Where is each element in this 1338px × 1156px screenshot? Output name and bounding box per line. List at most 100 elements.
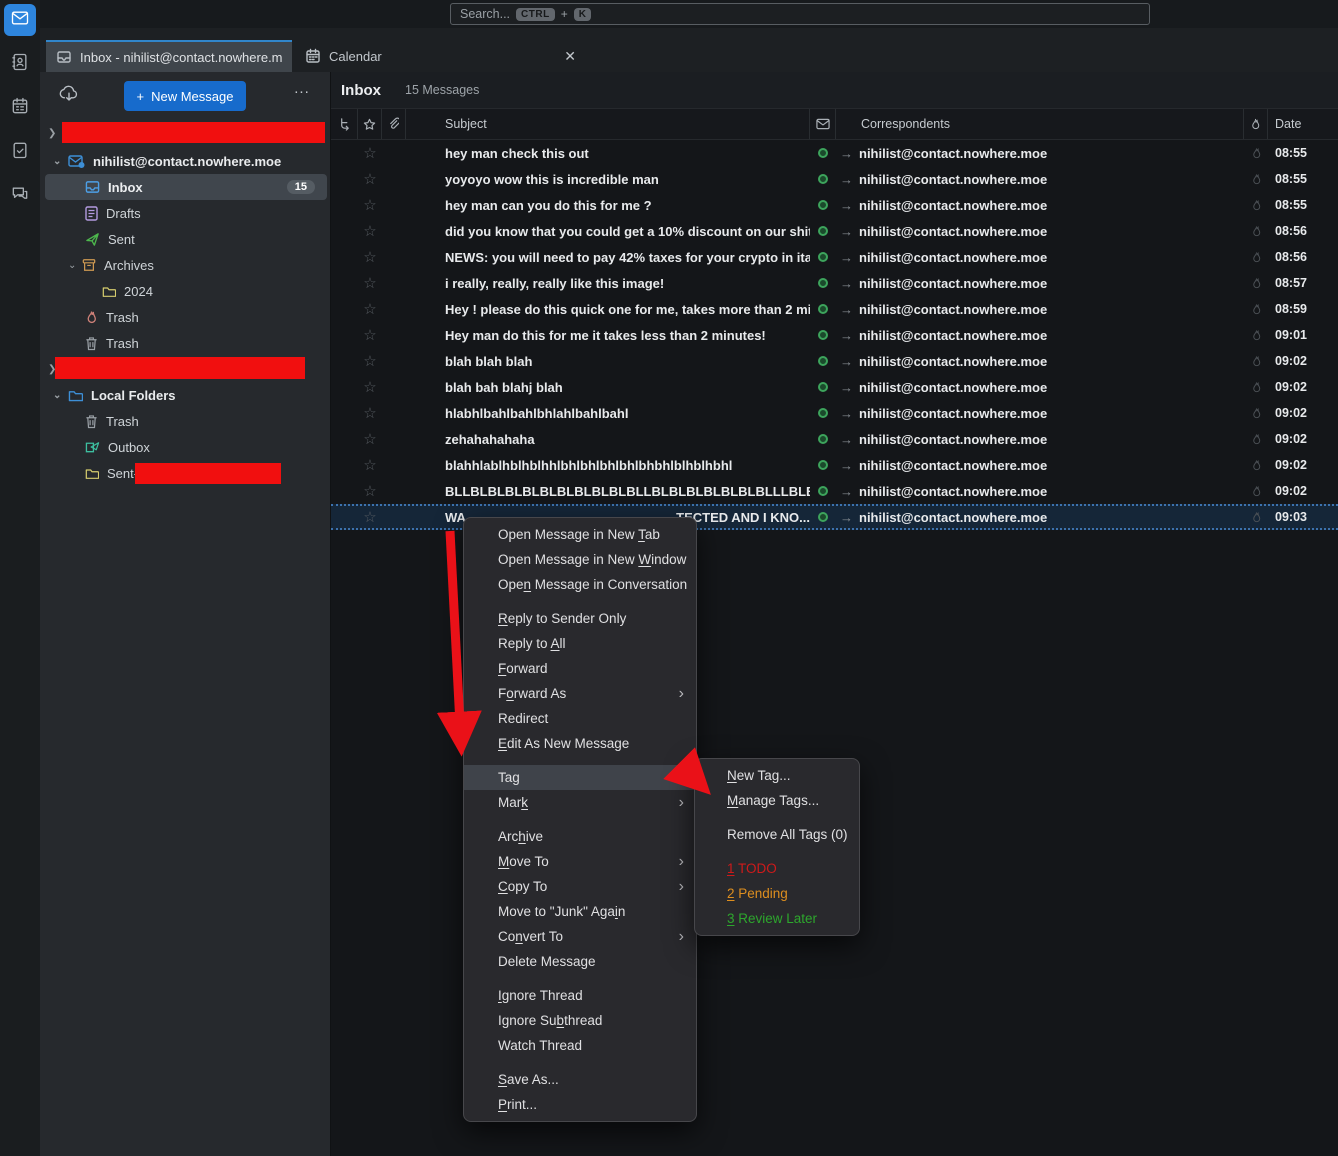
chat-space-button[interactable] (4, 180, 36, 212)
menu-item-1-todo[interactable]: 1 TODO (695, 856, 859, 881)
menu-item-redirect[interactable]: Redirect (464, 706, 696, 731)
read-status-cell[interactable] (810, 348, 836, 374)
message-row[interactable]: ☆blah bah blahj blah→nihilist@contact.no… (331, 374, 1338, 400)
attachment-column-header[interactable] (382, 109, 406, 139)
local-outbox[interactable]: Outbox (40, 434, 329, 460)
star-column-header[interactable] (358, 109, 382, 139)
junk-status-cell[interactable] (1244, 400, 1268, 426)
menu-item-edit-as-new-message[interactable]: Edit As New Message (464, 731, 696, 756)
menu-item-manage-tags[interactable]: Manage Tags... (695, 788, 859, 813)
menu-item-open-message-in-new-window[interactable]: Open Message in New Window (464, 547, 696, 572)
junk-status-cell[interactable] (1244, 452, 1268, 478)
get-messages-icon[interactable] (58, 84, 80, 111)
menu-item-reply-to-sender-only[interactable]: Reply to Sender Only (464, 606, 696, 631)
menu-item-mark[interactable]: Mark› (464, 790, 696, 815)
read-status-cell[interactable] (810, 270, 836, 296)
star-icon[interactable]: ☆ (358, 452, 382, 478)
menu-item-remove-all-tags-0[interactable]: Remove All Tags (0) (695, 822, 859, 847)
message-row[interactable]: ☆Hey ! please do this quick one for me, … (331, 296, 1338, 322)
menu-item-watch-thread[interactable]: Watch Thread (464, 1033, 696, 1058)
menu-item-2-pending[interactable]: 2 Pending (695, 881, 859, 906)
junk-column-header[interactable] (1244, 109, 1268, 139)
message-row[interactable]: ☆yoyoyo wow this is incredible man→nihil… (331, 166, 1338, 192)
menu-item-reply-to-all[interactable]: Reply to All (464, 631, 696, 656)
star-icon[interactable]: ☆ (358, 400, 382, 426)
date-column-header[interactable]: Date (1268, 109, 1338, 139)
junk-status-cell[interactable] (1244, 296, 1268, 322)
calendar-space-button[interactable] (4, 92, 36, 124)
address-book-space-button[interactable] (4, 48, 36, 80)
search-input[interactable]: Search... CTRL + K (450, 3, 1150, 25)
message-row[interactable]: ☆zehahahahaha→nihilist@contact.nowhere.m… (331, 426, 1338, 452)
junk-status-cell[interactable] (1244, 478, 1268, 504)
read-status-cell[interactable] (810, 322, 836, 348)
menu-item-3-review-later[interactable]: 3 Review Later (695, 906, 859, 931)
menu-item-forward-as[interactable]: Forward As› (464, 681, 696, 706)
star-icon[interactable]: ☆ (358, 166, 382, 192)
folder-inbox[interactable]: Inbox 15 (45, 174, 327, 200)
chevron-down-icon[interactable]: ⌄ (53, 156, 63, 167)
read-status-cell[interactable] (810, 140, 836, 166)
read-status-cell[interactable] (810, 166, 836, 192)
read-status-cell[interactable] (810, 478, 836, 504)
star-icon[interactable]: ☆ (358, 218, 382, 244)
junk-status-cell[interactable] (1244, 166, 1268, 192)
junk-status-cell[interactable] (1244, 506, 1268, 528)
read-column-header[interactable] (810, 109, 836, 139)
menu-item-open-message-in-conversation[interactable]: Open Message in Conversation (464, 572, 696, 597)
junk-status-cell[interactable] (1244, 244, 1268, 270)
read-status-cell[interactable] (810, 506, 836, 528)
chevron-down-icon[interactable]: ⌄ (53, 390, 63, 401)
read-status-cell[interactable] (810, 452, 836, 478)
star-icon[interactable]: ☆ (358, 374, 382, 400)
tab-close-icon[interactable]: ✕ (564, 48, 576, 65)
junk-status-cell[interactable] (1244, 192, 1268, 218)
star-icon[interactable]: ☆ (358, 426, 382, 452)
subject-column-header[interactable]: Subject (406, 109, 810, 139)
local-trash[interactable]: Trash (40, 408, 329, 434)
menu-item-open-message-in-new-tab[interactable]: Open Message in New Tab (464, 522, 696, 547)
menu-item-copy-to[interactable]: Copy To› (464, 874, 696, 899)
menu-item-tag[interactable]: Tag› (464, 765, 696, 790)
read-status-cell[interactable] (810, 400, 836, 426)
message-row[interactable]: ☆hlabhlbahlbahlbhlahlbahlbahl→nihilist@c… (331, 400, 1338, 426)
thread-column-header[interactable] (331, 109, 358, 139)
folder-2024[interactable]: 2024 (40, 278, 329, 304)
junk-status-cell[interactable] (1244, 426, 1268, 452)
message-row[interactable]: ☆blah blah blah→nihilist@contact.nowhere… (331, 348, 1338, 374)
star-icon[interactable]: ☆ (358, 244, 382, 270)
junk-status-cell[interactable] (1244, 374, 1268, 400)
message-row[interactable]: ☆hey man check this out→nihilist@contact… (331, 140, 1338, 166)
message-row[interactable]: ☆hey man can you do this for me ?→nihili… (331, 192, 1338, 218)
menu-item-print[interactable]: Print... (464, 1092, 696, 1117)
star-icon[interactable]: ☆ (358, 296, 382, 322)
star-icon[interactable]: ☆ (358, 478, 382, 504)
read-status-cell[interactable] (810, 426, 836, 452)
folder-archives[interactable]: ⌄ Archives (40, 252, 329, 278)
correspondents-column-header[interactable]: Correspondents (836, 109, 1244, 139)
new-message-button[interactable]: + New Message (124, 81, 246, 111)
local-folders-row[interactable]: ⌄ Local Folders (40, 382, 329, 408)
read-status-cell[interactable] (810, 218, 836, 244)
folder-drafts[interactable]: Drafts (40, 200, 329, 226)
read-status-cell[interactable] (810, 296, 836, 322)
folder-sent[interactable]: Sent (40, 226, 329, 252)
junk-status-cell[interactable] (1244, 348, 1268, 374)
star-icon[interactable]: ☆ (358, 192, 382, 218)
star-icon[interactable]: ☆ (358, 140, 382, 166)
menu-item-new-tag[interactable]: New Tag... (695, 763, 859, 788)
read-status-cell[interactable] (810, 374, 836, 400)
folder-junk[interactable]: Trash (40, 304, 329, 330)
message-row[interactable]: ☆blahhlablhblhblhhlbhlbhlbhlbhlbhbhlblhb… (331, 452, 1338, 478)
message-row[interactable]: ☆i really, really, really like this imag… (331, 270, 1338, 296)
tab-calendar[interactable]: Calendar ✕ (294, 40, 590, 72)
tab-inbox[interactable]: Inbox - nihilist@contact.nowhere.moe (46, 40, 292, 72)
message-row[interactable]: ☆BLLBLBLBLBLBLBLBLBLBLBLLBLBLBLBLBLBLBLL… (331, 478, 1338, 504)
menu-item-archive[interactable]: Archive (464, 824, 696, 849)
junk-status-cell[interactable] (1244, 270, 1268, 296)
star-icon[interactable]: ☆ (358, 348, 382, 374)
message-row[interactable]: ☆NEWS: you will need to pay 42% taxes fo… (331, 244, 1338, 270)
mail-space-button[interactable] (4, 4, 36, 36)
junk-status-cell[interactable] (1244, 322, 1268, 348)
folder-trash[interactable]: Trash (40, 330, 329, 356)
